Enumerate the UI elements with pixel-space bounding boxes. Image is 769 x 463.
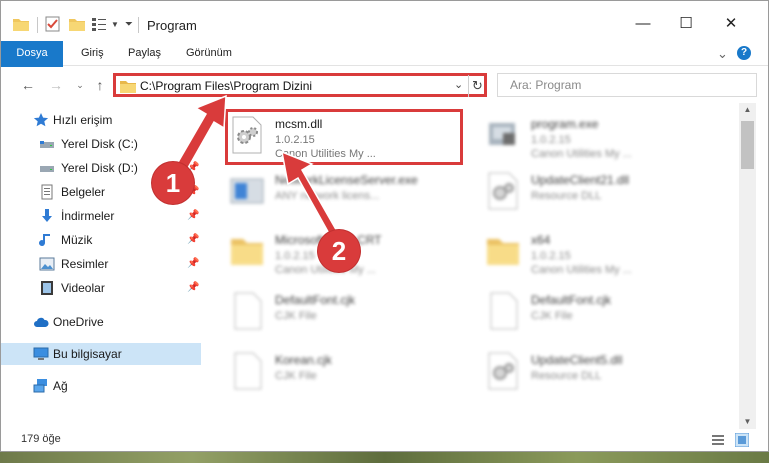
- desktop-background: [0, 452, 769, 463]
- annotation-arrows: [168, 94, 343, 248]
- step-badge-2: 2: [318, 230, 360, 272]
- step-badge-1: 1: [152, 162, 194, 204]
